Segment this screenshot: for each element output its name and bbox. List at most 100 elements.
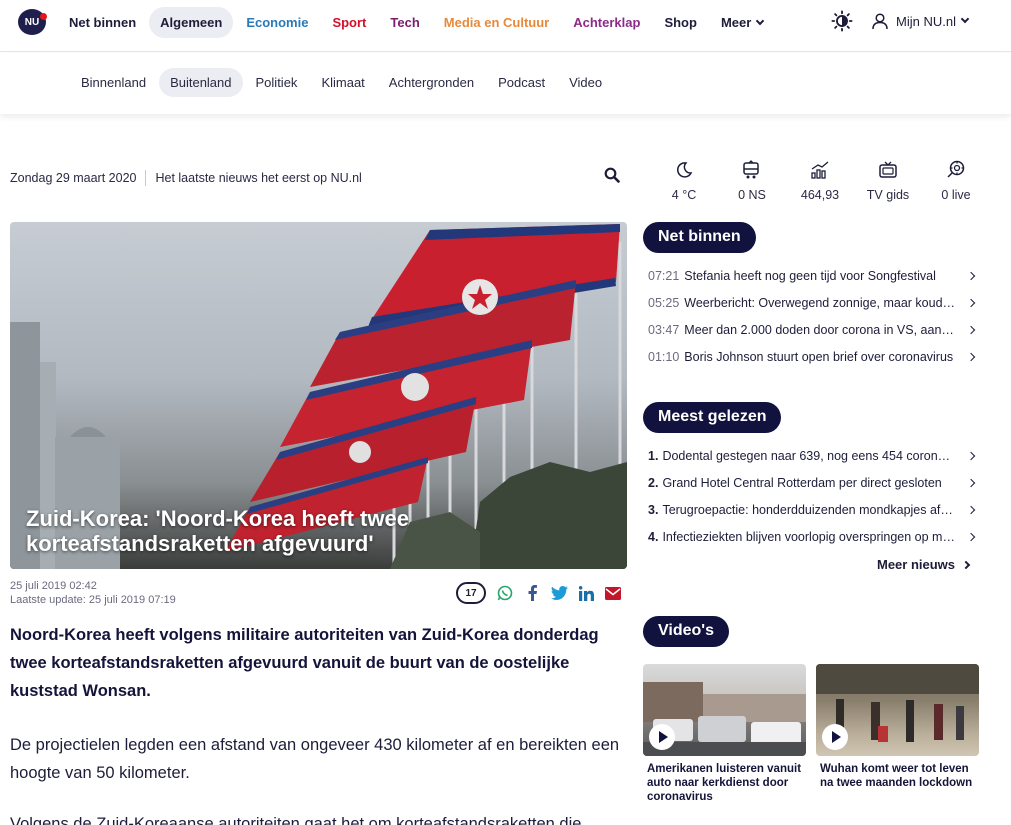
video-thumbnail[interactable] bbox=[643, 664, 806, 756]
mijn-nu-menu[interactable]: Mijn NU.nl bbox=[872, 13, 970, 30]
nav-algemeen[interactable]: Algemeen bbox=[149, 7, 234, 38]
facebook-icon[interactable] bbox=[523, 584, 541, 602]
list-item[interactable]: 2. Grand Hotel Central Rotterdam per dire… bbox=[648, 469, 978, 496]
theme-toggle-icon[interactable] bbox=[831, 10, 853, 32]
twitter-icon[interactable] bbox=[550, 584, 568, 602]
nav-tech[interactable]: Tech bbox=[379, 7, 430, 38]
divider bbox=[145, 170, 147, 186]
article-paragraph: De projectielen legden een afstand van o… bbox=[10, 736, 620, 782]
chevron-right-icon bbox=[966, 325, 976, 334]
chevron-right-icon bbox=[966, 505, 976, 514]
nav-media-en-cultuur[interactable]: Media en Cultuur bbox=[433, 7, 560, 38]
chevron-right-icon bbox=[961, 560, 971, 569]
chart-icon bbox=[811, 161, 829, 179]
item-title: Weerbericht: Overwegend zonnige, maar ko… bbox=[684, 295, 968, 310]
logo-text: NU bbox=[24, 16, 40, 28]
subnav-politiek[interactable]: Politiek bbox=[245, 68, 309, 97]
article-paragraph: Volgens de Zuid-Koreaanse autoriteiten g… bbox=[10, 815, 582, 825]
tagline: Het laatste nieuws het eerst op NU.nl bbox=[155, 171, 362, 185]
user-icon bbox=[872, 13, 888, 30]
beurs-widget[interactable]: 464,93 bbox=[786, 156, 854, 202]
search-icon[interactable] bbox=[604, 167, 620, 183]
article-meta: 25 juli 2019 02:42 Laatste update: 25 ju… bbox=[10, 579, 176, 607]
article-lead: Noord-Korea heeft volgens militaire auto… bbox=[10, 626, 599, 700]
share-bar: 17 bbox=[456, 582, 631, 604]
ns-widget[interactable]: 0 NS bbox=[718, 156, 786, 202]
meer-nieuws-label: Meer nieuws bbox=[877, 557, 956, 572]
chevron-right-icon bbox=[966, 451, 976, 460]
email-icon[interactable] bbox=[604, 584, 622, 602]
date-row: Zondag 29 maart 2020 Het laatste nieuws … bbox=[10, 170, 362, 186]
video-title: Wuhan komt weer tot leven na twee maande… bbox=[820, 763, 973, 789]
tv-icon bbox=[879, 161, 897, 178]
item-rank: 2. bbox=[648, 475, 659, 490]
subnav-binnenland[interactable]: Binnenland bbox=[70, 68, 157, 97]
videos-heading: Video's bbox=[643, 616, 729, 647]
item-time: 01:10 bbox=[648, 349, 680, 364]
video-card[interactable]: Wuhan komt weer tot leven na twee maande… bbox=[816, 664, 979, 790]
nav-economie[interactable]: Economie bbox=[235, 7, 319, 38]
linkedin-icon[interactable] bbox=[577, 584, 595, 602]
list-item[interactable]: 03:47 Meer dan 2.000 doden door corona in… bbox=[648, 316, 978, 343]
chevron-right-icon bbox=[966, 352, 976, 361]
chevron-down-icon bbox=[756, 16, 765, 26]
play-icon[interactable] bbox=[649, 724, 675, 750]
live-widget[interactable]: 0 live bbox=[922, 156, 990, 202]
item-time: 03:47 bbox=[648, 322, 680, 337]
play-icon[interactable] bbox=[822, 724, 848, 750]
chevron-right-icon bbox=[966, 271, 976, 280]
nu-logo[interactable]: NU bbox=[18, 9, 47, 35]
video-title: Amerikanen luisteren vanuit auto naar ke… bbox=[647, 763, 802, 803]
beurs-label: 464,93 bbox=[800, 188, 840, 202]
item-time: 05:25 bbox=[648, 295, 680, 310]
subnav-achtergronden[interactable]: Achtergronden bbox=[378, 68, 485, 97]
nav-net-binnen[interactable]: Net binnen bbox=[58, 7, 147, 38]
main-nav: Net binnen Algemeen Economie Sport Tech … bbox=[58, 7, 776, 38]
nav-meer-label: Meer bbox=[720, 15, 752, 30]
item-title: Meer dan 2.000 doden door corona in VS, … bbox=[684, 322, 968, 337]
article-headline: Zuid-Korea: 'Noord-Korea heeft twee kort… bbox=[26, 506, 409, 556]
chevron-down-icon bbox=[960, 14, 970, 23]
ns-label: 0 NS bbox=[738, 188, 766, 202]
subnav-podcast[interactable]: Podcast bbox=[487, 68, 556, 97]
item-title: Terugroepactie: honderdduizenden mondkap… bbox=[662, 502, 968, 517]
moon-icon bbox=[676, 162, 693, 178]
list-item[interactable]: 1. Dodental gestegen naar 639, nog eens 4… bbox=[648, 442, 978, 469]
item-title: Dodental gestegen naar 639, nog eens 454… bbox=[662, 448, 968, 463]
article-hero-image[interactable]: Zuid-Korea: 'Noord-Korea heeft twee kort… bbox=[10, 222, 627, 569]
list-item[interactable]: 01:10 Boris Johnson stuurt open brief ove… bbox=[648, 343, 978, 370]
chevron-right-icon bbox=[966, 298, 976, 307]
meest-gelezen-list: 1. Dodental gestegen naar 639, nog eens 4… bbox=[648, 442, 978, 550]
video-card[interactable]: Amerikanen luisteren vanuit auto naar ke… bbox=[643, 664, 806, 804]
chevron-right-icon bbox=[966, 532, 976, 541]
comment-count: 17 bbox=[465, 587, 477, 599]
subnav-klimaat[interactable]: Klimaat bbox=[310, 68, 375, 97]
nav-meer[interactable]: Meer bbox=[710, 7, 774, 38]
tv-gids-label: TV gids bbox=[866, 188, 910, 202]
nav-achterklap[interactable]: Achterklap bbox=[562, 7, 651, 38]
net-binnen-list: 07:21 Stefania heeft nog geen tijd voor S… bbox=[648, 262, 978, 370]
item-rank: 3. bbox=[648, 502, 659, 517]
subnav-video[interactable]: Video bbox=[558, 68, 613, 97]
current-date: Zondag 29 maart 2020 bbox=[10, 171, 137, 185]
nav-shop[interactable]: Shop bbox=[653, 7, 708, 38]
tv-gids-widget[interactable]: TV gids bbox=[854, 156, 922, 202]
whatsapp-icon[interactable] bbox=[496, 584, 514, 602]
list-item[interactable]: 3. Terugroepactie: honderdduizenden mondk… bbox=[648, 496, 978, 523]
weather-widget[interactable]: 4 °C bbox=[650, 156, 718, 202]
list-item[interactable]: 05:25 Weerbericht: Overwegend zonnige, ma… bbox=[648, 289, 978, 316]
item-title: Infectieziekten blijven voorlopig oversp… bbox=[662, 529, 968, 544]
comments-button[interactable]: 17 bbox=[456, 582, 486, 604]
subnav-buitenland[interactable]: Buitenland bbox=[159, 68, 243, 97]
item-title: Grand Hotel Central Rotterdam per direct… bbox=[662, 475, 942, 490]
item-rank: 1. bbox=[648, 448, 659, 463]
nav-sport[interactable]: Sport bbox=[321, 7, 377, 38]
mijn-nu-label: Mijn NU.nl bbox=[896, 14, 956, 29]
list-item[interactable]: 07:21 Stefania heeft nog geen tijd voor S… bbox=[648, 262, 978, 289]
sub-navigation: Binnenland Buitenland Politiek Klimaat A… bbox=[0, 53, 1011, 114]
video-thumbnail[interactable] bbox=[816, 664, 979, 756]
top-navigation: NU Net binnen Algemeen Economie Sport Te… bbox=[0, 0, 1011, 52]
published-date: 25 juli 2019 02:42 bbox=[10, 580, 97, 592]
meer-nieuws-link[interactable]: Meer nieuws bbox=[877, 557, 973, 572]
list-item[interactable]: 4. Infectieziekten blijven voorlopig over… bbox=[648, 523, 978, 550]
